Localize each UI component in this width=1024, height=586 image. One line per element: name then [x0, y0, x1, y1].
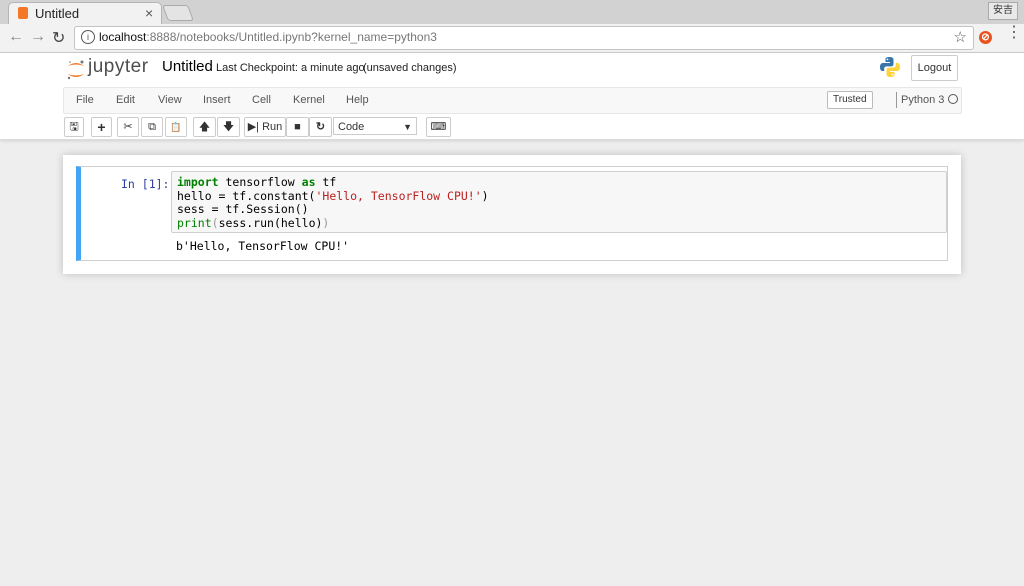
cell-type-value: Code	[338, 121, 365, 133]
notebook-name[interactable]: Untitled	[162, 58, 213, 75]
cell-type-select[interactable]: Code ▼	[333, 117, 417, 135]
run-button[interactable]: ▶| Run	[244, 117, 286, 137]
code-line: print(sess.run(hello))	[177, 216, 489, 231]
reload-icon[interactable]: ↻	[52, 28, 65, 48]
browser-menu-icon[interactable]: ⋮	[1006, 25, 1022, 41]
menu-edit[interactable]: Edit	[116, 94, 135, 106]
move-up-button[interactable]: 🡅	[193, 117, 216, 137]
back-icon[interactable]: ←	[8, 28, 24, 46]
code-cell[interactable]: In [1]: import tensorflow as tf hello = t…	[76, 166, 948, 261]
code-text: import tensorflow as tf hello = tf.consta…	[177, 175, 489, 231]
logout-button[interactable]: Logout	[911, 55, 958, 81]
profile-button[interactable]: 安吉	[988, 2, 1018, 20]
info-icon[interactable]: i	[81, 30, 95, 44]
code-token: sess.run(hello)	[218, 216, 323, 231]
code-token: hello = tf.constant(	[177, 188, 316, 203]
input-prompt: In [1]:	[121, 177, 170, 191]
save-button[interactable]: 🖫	[64, 117, 84, 137]
code-token: sess = tf.Session()	[177, 202, 309, 217]
code-line: hello = tf.constant('Hello, TensorFlow C…	[177, 188, 489, 204]
cell-output: b'Hello, TensorFlow CPU!'	[176, 239, 350, 253]
menu-view[interactable]: View	[158, 94, 182, 106]
extension-icon[interactable]: ⊘	[979, 31, 992, 44]
checkpoint-status: Last Checkpoint: a minute ago	[216, 62, 365, 74]
browser-tab[interactable]: Untitled ×	[8, 2, 162, 25]
code-token: tensorflow	[218, 175, 302, 189]
notebook-container: In [1]: import tensorflow as tf hello = t…	[63, 155, 961, 274]
code-line: sess = tf.Session()	[177, 203, 489, 217]
browser-toolbar: ← → ↻ i localhost:8888/notebooks/Untitle…	[0, 24, 1024, 53]
jupyter-logo-icon[interactable]	[66, 59, 86, 81]
url-text: localhost:8888/notebooks/Untitled.ipynb?…	[99, 30, 437, 44]
jupyter-header: jupyter Untitled Last Checkpoint: a minu…	[0, 53, 1024, 140]
code-token: )	[481, 188, 489, 203]
jupyter-logo-text[interactable]: jupyter	[88, 56, 149, 78]
url-host: localhost	[99, 30, 147, 44]
code-token: tf	[315, 175, 337, 189]
tab-title: Untitled	[35, 6, 80, 21]
paste-button[interactable]: 📋	[165, 117, 187, 137]
bookmark-star-icon[interactable]: ☆	[954, 28, 967, 46]
move-down-button[interactable]: 🡇	[217, 117, 240, 137]
menu-insert[interactable]: Insert	[203, 94, 231, 106]
code-editor[interactable]: import tensorflow as tf hello = tf.consta…	[171, 171, 947, 233]
code-token: print	[177, 216, 212, 231]
menu-kernel[interactable]: Kernel	[293, 94, 325, 106]
insert-cell-button[interactable]: +	[91, 117, 112, 137]
new-tab-button[interactable]	[162, 5, 194, 21]
browser-tab-bar: Untitled × 安吉	[0, 0, 1024, 25]
interrupt-button[interactable]: ■	[286, 117, 309, 137]
menu-file[interactable]: File	[76, 94, 94, 106]
address-bar[interactable]: i localhost:8888/notebooks/Untitled.ipyn…	[74, 26, 974, 50]
url-path: :8888/notebooks/Untitled.ipynb?kernel_na…	[146, 30, 437, 44]
forward-icon[interactable]: →	[30, 28, 46, 46]
notebook-menubar: File Edit View Insert Cell Kernel Help T…	[63, 87, 962, 114]
python-logo-icon	[880, 57, 900, 77]
cut-button[interactable]: ✂	[117, 117, 139, 137]
kernel-divider	[896, 92, 897, 108]
command-palette-button[interactable]: ⌨	[426, 117, 451, 137]
code-line: import tensorflow as tf	[177, 175, 489, 190]
code-token: import	[177, 175, 219, 189]
code-token: as	[301, 175, 316, 189]
menu-help[interactable]: Help	[346, 94, 369, 106]
copy-button[interactable]: ⧉	[141, 117, 163, 137]
kernel-name[interactable]: Python 3	[901, 94, 944, 106]
kernel-status-icon	[948, 94, 958, 104]
restart-button[interactable]: ↻	[309, 117, 332, 137]
tab-close-icon[interactable]: ×	[145, 5, 153, 21]
code-token: )	[322, 216, 330, 231]
code-token: (	[211, 216, 219, 231]
menu-cell[interactable]: Cell	[252, 94, 271, 106]
unsaved-status: (unsaved changes)	[363, 62, 457, 74]
code-token: 'Hello, TensorFlow CPU!'	[315, 188, 482, 203]
chevron-down-icon: ▼	[403, 122, 412, 132]
jupyter-favicon-icon	[18, 7, 28, 19]
trusted-indicator[interactable]: Trusted	[827, 91, 873, 109]
